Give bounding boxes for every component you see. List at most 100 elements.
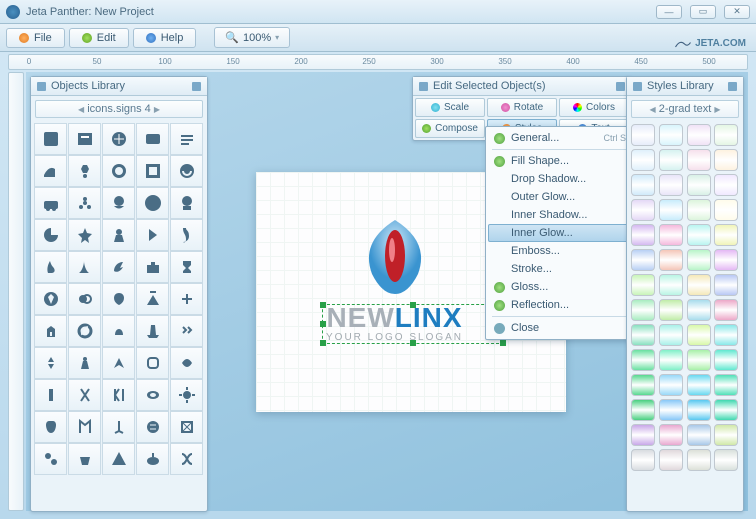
styles-category-selector[interactable]: ◀ 2-grad text ▶: [631, 100, 739, 118]
close-window-button[interactable]: ✕: [724, 5, 750, 19]
style-swatch[interactable]: [714, 374, 738, 396]
object-icon[interactable]: [136, 411, 169, 443]
style-swatch[interactable]: [687, 324, 711, 346]
object-icon[interactable]: [170, 251, 203, 283]
style-swatch[interactable]: [659, 149, 683, 171]
object-icon[interactable]: [68, 315, 101, 347]
style-swatch[interactable]: [659, 274, 683, 296]
object-icon[interactable]: [34, 123, 67, 155]
object-icon[interactable]: [68, 283, 101, 315]
object-icon[interactable]: [102, 187, 135, 219]
object-icon[interactable]: [170, 283, 203, 315]
style-swatch[interactable]: [714, 224, 738, 246]
resize-handle[interactable]: [320, 340, 326, 346]
style-swatch[interactable]: [631, 424, 655, 446]
object-icon[interactable]: [102, 283, 135, 315]
object-icon[interactable]: [170, 411, 203, 443]
resize-handle[interactable]: [410, 302, 416, 308]
object-icon[interactable]: [102, 315, 135, 347]
object-icon[interactable]: [136, 347, 169, 379]
object-icon[interactable]: [68, 187, 101, 219]
style-swatch[interactable]: [687, 399, 711, 421]
style-swatch[interactable]: [714, 449, 738, 471]
help-menu[interactable]: Help: [133, 28, 197, 48]
object-icon[interactable]: [34, 219, 67, 251]
panel-collapse-icon[interactable]: [192, 82, 201, 91]
object-icon[interactable]: [102, 443, 135, 475]
style-swatch[interactable]: [631, 349, 655, 371]
object-icon[interactable]: [170, 379, 203, 411]
maximize-button[interactable]: ▭: [690, 5, 716, 19]
object-icon[interactable]: [136, 219, 169, 251]
style-swatch[interactable]: [714, 324, 738, 346]
style-swatch[interactable]: [714, 399, 738, 421]
style-swatch[interactable]: [714, 424, 738, 446]
object-icon[interactable]: [102, 411, 135, 443]
object-icon[interactable]: [34, 347, 67, 379]
style-swatch[interactable]: [714, 299, 738, 321]
dropdown-fill-shape[interactable]: Fill Shape...: [488, 152, 632, 170]
style-swatch[interactable]: [687, 449, 711, 471]
style-swatch[interactable]: [631, 399, 655, 421]
style-swatch[interactable]: [687, 424, 711, 446]
object-icon[interactable]: [136, 315, 169, 347]
object-icon[interactable]: [34, 283, 67, 315]
object-icon[interactable]: [170, 315, 203, 347]
object-icon[interactable]: [68, 443, 101, 475]
style-swatch[interactable]: [631, 449, 655, 471]
dropdown-inner-shadow[interactable]: Inner Shadow...: [488, 206, 632, 224]
dropdown-close[interactable]: Close: [488, 319, 632, 337]
object-icon[interactable]: [68, 123, 101, 155]
style-swatch[interactable]: [687, 174, 711, 196]
dropdown-emboss[interactable]: Emboss...: [488, 242, 632, 260]
style-swatch[interactable]: [631, 324, 655, 346]
panel-collapse-icon[interactable]: [616, 82, 625, 91]
dropdown-drop-shadow[interactable]: Drop Shadow...: [488, 170, 632, 188]
style-swatch[interactable]: [631, 299, 655, 321]
style-swatch[interactable]: [659, 124, 683, 146]
object-icon[interactable]: [136, 251, 169, 283]
panel-collapse-icon[interactable]: [728, 82, 737, 91]
object-icon[interactable]: [136, 443, 169, 475]
style-swatch[interactable]: [631, 224, 655, 246]
resize-handle[interactable]: [320, 321, 326, 327]
style-swatch[interactable]: [687, 299, 711, 321]
style-swatch[interactable]: [631, 199, 655, 221]
object-icon[interactable]: [34, 251, 67, 283]
style-swatch[interactable]: [659, 374, 683, 396]
object-icon[interactable]: [34, 443, 67, 475]
object-icon[interactable]: [170, 155, 203, 187]
objects-category-selector[interactable]: ◀ icons.signs 4 ▶: [35, 100, 203, 118]
object-icon[interactable]: [68, 251, 101, 283]
object-icon[interactable]: [68, 411, 101, 443]
style-swatch[interactable]: [631, 249, 655, 271]
object-icon[interactable]: [102, 155, 135, 187]
style-swatch[interactable]: [687, 249, 711, 271]
style-swatch[interactable]: [659, 224, 683, 246]
style-swatch[interactable]: [687, 224, 711, 246]
style-swatch[interactable]: [687, 274, 711, 296]
object-icon[interactable]: [136, 187, 169, 219]
resize-handle[interactable]: [500, 340, 506, 346]
style-swatch[interactable]: [687, 349, 711, 371]
object-icon[interactable]: [102, 251, 135, 283]
style-swatch[interactable]: [659, 199, 683, 221]
style-swatch[interactable]: [687, 199, 711, 221]
object-icon[interactable]: [34, 187, 67, 219]
object-icon[interactable]: [34, 379, 67, 411]
selection-box[interactable]: [322, 304, 504, 344]
rotate-button[interactable]: Rotate: [487, 98, 557, 117]
object-icon[interactable]: [102, 219, 135, 251]
resize-handle[interactable]: [410, 340, 416, 346]
style-swatch[interactable]: [687, 149, 711, 171]
style-swatch[interactable]: [631, 149, 655, 171]
style-swatch[interactable]: [659, 399, 683, 421]
style-swatch[interactable]: [659, 449, 683, 471]
style-swatch[interactable]: [714, 349, 738, 371]
object-icon[interactable]: [68, 347, 101, 379]
style-swatch[interactable]: [714, 274, 738, 296]
dropdown-general[interactable]: General...Ctrl S: [488, 129, 632, 147]
style-swatch[interactable]: [631, 374, 655, 396]
style-swatch[interactable]: [687, 374, 711, 396]
object-icon[interactable]: [102, 123, 135, 155]
